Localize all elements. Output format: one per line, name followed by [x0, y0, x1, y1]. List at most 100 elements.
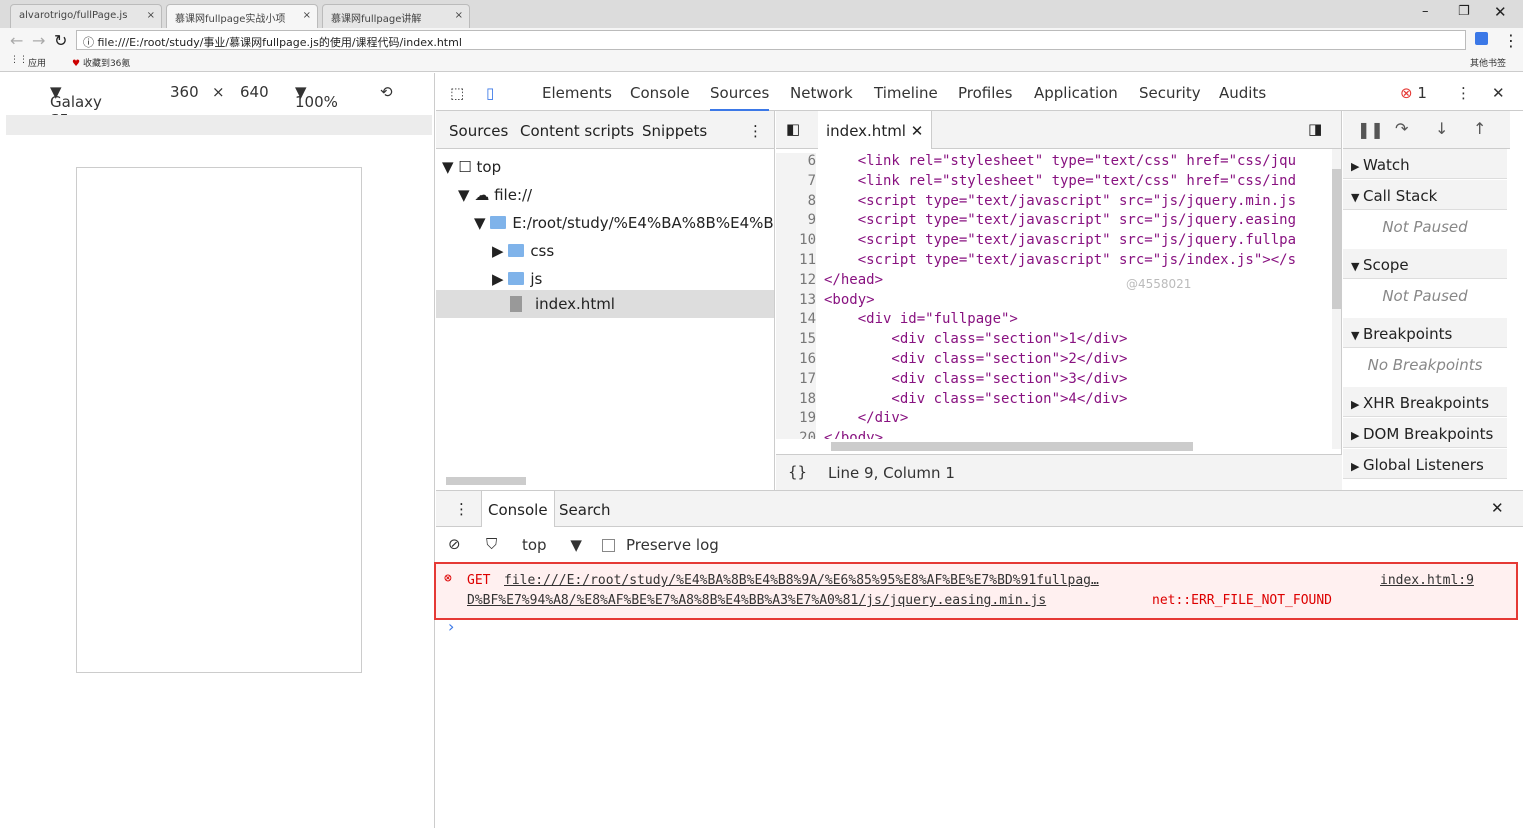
close-drawer-icon[interactable]: ✕ [1491, 499, 1504, 517]
tree-item-css[interactable]: ▶ css [492, 242, 554, 260]
tab-sources[interactable]: Sources [710, 84, 770, 111]
line-number[interactable]: 14 [776, 311, 816, 332]
minimize-icon[interactable]: – [1422, 4, 1429, 19]
step-over-icon[interactable]: ↷ [1395, 119, 1408, 138]
sidebar-section-header[interactable]: ▶ Global Listeners [1343, 449, 1507, 479]
line-number[interactable]: 13 [776, 291, 816, 312]
close-icon[interactable]: × [303, 10, 311, 21]
line-number[interactable]: 6 [776, 153, 816, 173]
tree-item-top[interactable]: ▼ ☐ top [442, 158, 501, 176]
preserve-log-checkbox[interactable] [602, 539, 615, 552]
rotate-icon[interactable]: ⟲ [380, 83, 393, 101]
inspect-icon[interactable]: ⬚ [450, 84, 464, 102]
line-number[interactable]: 11 [776, 252, 816, 272]
extension-icon[interactable] [1475, 32, 1488, 45]
step-into-icon[interactable]: ↓ [1435, 119, 1448, 138]
width-input[interactable]: 360 [170, 83, 199, 101]
clear-console-icon[interactable]: ⊘ [448, 535, 461, 553]
sidebar-section-header[interactable]: ▶ XHR Breakpoints [1343, 387, 1507, 417]
horizontal-scrollbar[interactable] [446, 477, 526, 485]
horizontal-scrollbar[interactable] [831, 442, 1193, 451]
browser-tab[interactable]: alvarotrigo/fullPage.js × [10, 4, 162, 28]
menu-icon[interactable]: ⋮ [1503, 31, 1519, 50]
error-url-cont[interactable]: D%BF%E7%94%A8/%E8%AF%BE%E7%A8%8B%E4%BB%A… [467, 593, 1046, 608]
line-number[interactable]: 18 [776, 390, 816, 411]
close-window-icon[interactable]: ✕ [1494, 3, 1507, 21]
sidebar-section-header[interactable]: ▼ Scope [1343, 249, 1507, 279]
error-source-link[interactable]: index.html:9 [1380, 573, 1474, 588]
drawer-menu-icon[interactable]: ⋮ [454, 500, 469, 518]
browser-tab-active[interactable]: 慕课网fullpage实战小项 × [166, 4, 318, 28]
height-input[interactable]: 640 [240, 83, 269, 101]
tab-sources-nav[interactable]: Sources [449, 122, 508, 140]
device-select[interactable]: Galaxy S5 ▼ [50, 83, 102, 129]
browser-tab[interactable]: 慕课网fullpage讲解 × [322, 4, 470, 28]
close-icon[interactable]: × [455, 10, 463, 21]
section-label: Scope [1362, 256, 1409, 274]
line-number[interactable]: 9 [776, 212, 816, 233]
device-toggle-icon[interactable]: ▯ [486, 84, 494, 102]
line-number[interactable]: 16 [776, 351, 816, 371]
tab-content-scripts[interactable]: Content scripts [520, 122, 634, 140]
error-url[interactable]: file:///E:/root/study/%E4%BA%8B%E4%B8%9A… [504, 573, 1099, 588]
file-tab[interactable]: index.html ✕ [818, 111, 933, 149]
more-icon[interactable]: ⋮ [748, 122, 763, 140]
watermark: @4558021 [1126, 277, 1192, 291]
error-counter[interactable]: ⊗ 1 [1400, 84, 1427, 102]
url-input[interactable]: ⓘ file:///E:/root/study/事业/慕课网fullpage.j… [76, 30, 1466, 50]
toggle-debugger-icon[interactable]: ◨ [1308, 120, 1322, 138]
tab-snippets[interactable]: Snippets [642, 122, 707, 140]
tree-item-index-selected[interactable]: index.html [436, 290, 774, 318]
device-viewport[interactable] [76, 167, 362, 673]
close-devtools-icon[interactable]: ✕ [1492, 84, 1505, 102]
tab-profiles[interactable]: Profiles [958, 84, 1012, 102]
toggle-navigator-icon[interactable]: ◧ [786, 120, 800, 138]
sidebar-section-header[interactable]: ▶ DOM Breakpoints [1343, 418, 1507, 448]
step-out-icon[interactable]: ↑ [1473, 119, 1486, 138]
media-query-bar[interactable] [6, 115, 432, 135]
cloud-icon: ☁ [474, 186, 490, 204]
forward-icon[interactable]: → [32, 31, 45, 50]
tab-console-drawer[interactable]: Console [481, 491, 555, 527]
pretty-print-icon[interactable]: {} [788, 463, 807, 481]
tab-search[interactable]: Search [559, 501, 611, 519]
sidebar-section-header[interactable]: ▶ Watch [1343, 149, 1507, 179]
tree-label: top [476, 158, 502, 176]
tab-application[interactable]: Application [1034, 84, 1118, 102]
line-number[interactable]: 20 [776, 430, 816, 439]
tree-item-file[interactable]: ▼ ☁ file:// [458, 186, 532, 204]
code-lines[interactable]: 6 <link rel="stylesheet" type="text/css"… [776, 149, 1342, 439]
context-select[interactable]: top ▼ [522, 536, 582, 554]
tab-security[interactable]: Security [1139, 84, 1201, 102]
line-number[interactable]: 12 [776, 271, 816, 292]
tab-network[interactable]: Network [790, 84, 853, 102]
line-number[interactable]: 15 [776, 331, 816, 352]
tab-audits[interactable]: Audits [1219, 84, 1266, 102]
filter-icon[interactable]: ⛉ [486, 535, 497, 553]
bookmark[interactable]: ♥ 收藏到36氪 [72, 56, 130, 69]
console-prompt[interactable]: › [448, 617, 454, 636]
pause-icon[interactable]: ❚❚ [1357, 120, 1384, 139]
close-icon[interactable]: × [147, 10, 155, 21]
back-icon[interactable]: ← [10, 31, 23, 50]
line-number[interactable]: 17 [776, 370, 816, 391]
sidebar-section-header[interactable]: ▼ Breakpoints [1343, 318, 1507, 348]
tab-elements[interactable]: Elements [542, 84, 612, 102]
more-icon[interactable]: ⋮ [1456, 84, 1471, 102]
line-number[interactable]: 10 [776, 232, 816, 253]
tree-item-js[interactable]: ▶ js [492, 270, 542, 288]
tree-item-folder[interactable]: ▼ E:/root/study/%E4%BA%8B%E4%B8 [474, 214, 774, 232]
zoom-select[interactable]: 100% ▼ [295, 83, 338, 111]
bookmark[interactable]: 应用 [28, 56, 46, 69]
tab-timeline[interactable]: Timeline [874, 84, 938, 102]
collapsed-icon: ▶ [1351, 429, 1363, 442]
restore-icon[interactable]: ❐ [1458, 4, 1470, 19]
line-number[interactable]: 7 [776, 172, 816, 193]
line-number[interactable]: 19 [776, 410, 816, 431]
reload-icon[interactable]: ↻ [54, 31, 67, 50]
line-number[interactable]: 8 [776, 192, 816, 213]
sidebar-section-header[interactable]: ▼ Call Stack [1343, 180, 1507, 210]
vertical-scrollbar[interactable] [1332, 149, 1341, 449]
tab-console[interactable]: Console [630, 84, 690, 102]
other-bookmarks[interactable]: 其他书签 [1470, 56, 1506, 69]
